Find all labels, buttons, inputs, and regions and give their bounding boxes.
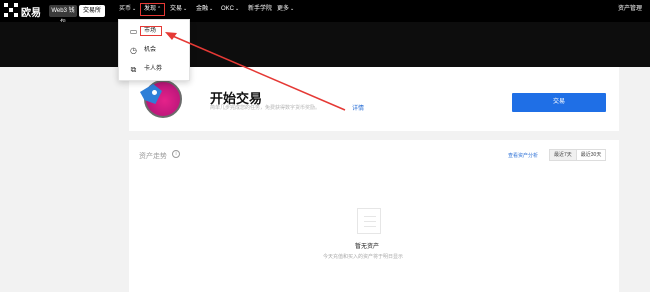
chevron-up-icon: ⌃ [157, 6, 162, 12]
empty-assets-title: 暂无资产 [355, 244, 380, 250]
hero-banner [0, 22, 650, 67]
exchange-toggle[interactable]: 交易所 [79, 5, 105, 17]
empty-document-icon [357, 208, 381, 234]
chevron-down-icon: ⌄ [290, 6, 295, 12]
reward-avatar-image [140, 78, 182, 120]
discover-dropdown-menu: ▭ 市场 ◷ 机会 ⧉ 卡人券 [118, 19, 190, 81]
chevron-down-icon: ⌄ [209, 6, 214, 12]
top-nav: 欧易 Web3 钱包 交易所 买币⌄ 发现⌃ 交易⌄ 金融⌄ OKC⌄ 新手学院… [0, 0, 650, 26]
asset-analysis-link[interactable]: 查看资产分析 [508, 152, 538, 159]
trade-button[interactable]: 交易 [512, 93, 606, 112]
assets-trend-title: 资产走势 [139, 153, 167, 160]
chevron-down-icon: ⌄ [132, 6, 137, 12]
nav-discover[interactable]: 发现⌃ [140, 3, 166, 16]
page: 欧易 Web3 钱包 交易所 买币⌄ 发现⌃ 交易⌄ 金融⌄ OKC⌄ 新手学院… [0, 0, 650, 292]
range-tabs: 最近7天 最近30天 [549, 149, 607, 161]
okx-logo-icon [4, 3, 19, 18]
nav-trade[interactable]: 交易⌄ [170, 3, 187, 16]
tab-last-30-days[interactable]: 最近30天 [575, 150, 606, 160]
nav-okc[interactable]: OKC⌄ [221, 3, 239, 16]
start-trading-details-link[interactable]: 详情 [352, 103, 364, 112]
chevron-down-icon: ⌄ [183, 6, 188, 12]
market-icon: ▭ [129, 27, 138, 36]
menu-item-coupon[interactable]: ⧉ 卡人券 [119, 61, 191, 79]
web3-wallet-toggle[interactable]: Web3 钱包 [49, 5, 77, 26]
tab-last-7-days[interactable]: 最近7天 [550, 150, 576, 160]
nav-asset-management[interactable]: 资产管理 [618, 3, 642, 16]
start-trading-subtitle: 简单几步完成您的任务，免费获得数字货币奖励。 [210, 105, 321, 111]
nav-academy[interactable]: 新手学院 [248, 3, 272, 16]
coupon-icon: ⧉ [130, 65, 137, 74]
nav-buy-crypto[interactable]: 买币⌄ [119, 3, 136, 16]
chevron-down-icon: ⌄ [235, 6, 240, 12]
info-icon[interactable]: i [172, 150, 180, 158]
annotation-highlight-box [140, 26, 162, 36]
brand-name: 欧易 [21, 8, 41, 19]
empty-assets-note: 今天充值和买入的资产将于明日显示 [323, 254, 404, 260]
nav-finance[interactable]: 金融⌄ [196, 3, 213, 16]
brand-logo[interactable]: 欧易 [4, 3, 44, 19]
menu-item-opportunity[interactable]: ◷ 机会 [119, 42, 191, 60]
nav-more[interactable]: 更多⌄ [277, 3, 294, 16]
opportunity-icon: ◷ [130, 46, 137, 55]
